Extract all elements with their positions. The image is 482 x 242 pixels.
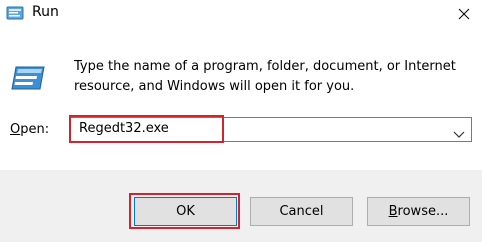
run-icon bbox=[10, 63, 48, 93]
run-icon bbox=[6, 5, 26, 21]
browse-label: rowse... bbox=[397, 204, 449, 219]
open-label: Open: bbox=[10, 122, 49, 137]
title-bar[interactable]: Run bbox=[0, 0, 482, 30]
browse-button[interactable]: Browse... bbox=[367, 197, 470, 226]
ok-button[interactable]: OK bbox=[134, 197, 237, 226]
dialog-description: Type the name of a program, folder, docu… bbox=[74, 59, 456, 94]
close-button[interactable] bbox=[446, 0, 482, 28]
open-label-text: pen: bbox=[20, 122, 50, 137]
open-combobox[interactable]: Regedt32.exe bbox=[70, 117, 472, 142]
cancel-button[interactable]: Cancel bbox=[250, 197, 353, 226]
browse-accelerator: B bbox=[388, 204, 398, 219]
close-icon bbox=[458, 5, 470, 24]
window-title: Run bbox=[32, 4, 59, 20]
open-label-accelerator: O bbox=[10, 122, 21, 137]
chevron-down-icon[interactable] bbox=[453, 125, 465, 138]
run-dialog: Run Type the name of a program, folder, … bbox=[0, 0, 482, 242]
open-input[interactable]: Regedt32.exe bbox=[79, 121, 169, 136]
